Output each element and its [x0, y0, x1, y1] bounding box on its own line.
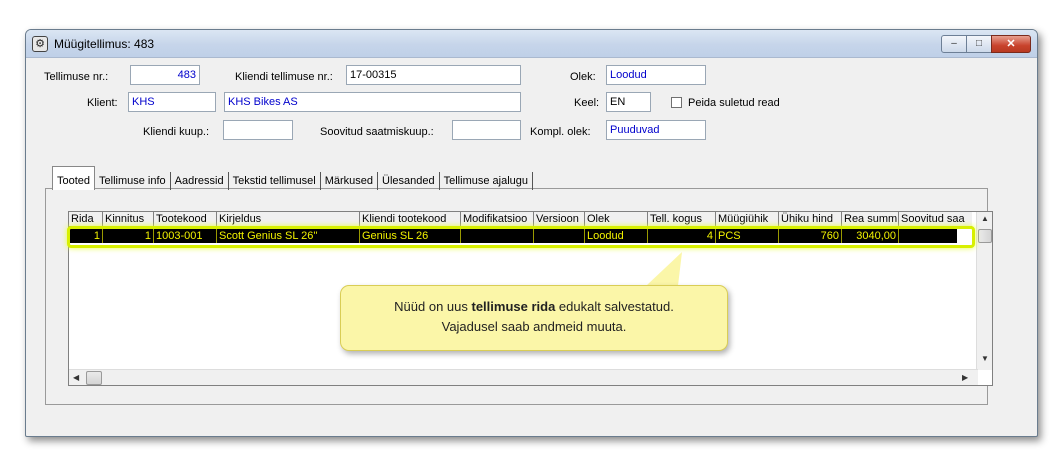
col-rea-summa[interactable]: Rea summ — [842, 212, 899, 226]
language-field[interactable]: EN — [606, 92, 651, 112]
status-label: Olek: — [570, 71, 596, 83]
cell-kirjeldus[interactable]: Scott Genius SL 26'' — [217, 229, 360, 243]
cell-kogus[interactable]: 4 — [648, 229, 716, 243]
col-kinnitus[interactable]: Kinnitus — [103, 212, 154, 226]
cell-kliendi-tootekood[interactable]: Genius SL 26 — [360, 229, 461, 243]
client-order-no-field[interactable]: 17-00315 — [346, 65, 521, 85]
client-order-no-label: Kliendi tellimuse nr.: — [235, 71, 333, 83]
col-modifikatsioon[interactable]: Modifikatsioo — [461, 212, 534, 226]
compl-status-label: Kompl. olek: — [530, 126, 591, 138]
tab-tooted[interactable]: Tooted — [52, 166, 96, 190]
cell-rea-summa[interactable]: 3040,00 — [842, 229, 899, 243]
horizontal-scrollbar[interactable]: ◀ ▶ — [69, 369, 978, 385]
title-bar: ⚙ Müügitellimus: 483 – □ ✕ — [26, 30, 1037, 58]
vertical-scrollbar[interactable]: ▲ ▼ — [976, 212, 992, 370]
cell-kinnitus[interactable]: 1 — [103, 229, 154, 243]
col-rida[interactable]: Rida — [69, 212, 103, 226]
col-kogus[interactable]: Tell. kogus — [648, 212, 716, 226]
scroll-right-icon[interactable]: ▶ — [962, 373, 968, 382]
desired-delivery-label: Soovitud saatmiskuup.: — [320, 126, 434, 138]
col-uhiku-hind[interactable]: Ühiku hind — [779, 212, 842, 226]
tab-aadressid[interactable]: Aadressid — [171, 172, 229, 190]
order-no-field[interactable]: 483 — [130, 65, 200, 85]
callout-line-2: Vajadusel saab andmeid muuta. — [441, 319, 627, 334]
col-kirjeldus[interactable]: Kirjeldus — [217, 212, 360, 226]
client-date-label: Kliendi kuup.: — [143, 126, 210, 138]
cell-muugiuhik[interactable]: PCS — [716, 229, 779, 243]
cell-rida[interactable]: 1 — [69, 229, 103, 243]
horizontal-scroll-thumb[interactable] — [86, 371, 102, 385]
cell-modifikatsioon[interactable] — [461, 229, 534, 243]
close-button[interactable]: ✕ — [991, 35, 1031, 53]
cell-soovitud[interactable] — [899, 229, 957, 243]
tab-tellimuse-ajalugu[interactable]: Tellimuse ajalugu — [440, 172, 534, 190]
maximize-button[interactable]: □ — [966, 35, 992, 53]
col-tootekood[interactable]: Tootekood — [154, 212, 217, 226]
client-label: Klient: — [87, 97, 118, 109]
tab-strip: Tooted Tellimuse info Aadressid Tekstid … — [52, 166, 534, 192]
callout-bold: tellimuse rida — [471, 299, 556, 314]
minimize-button[interactable]: – — [941, 35, 967, 53]
status-field: Loodud — [606, 65, 706, 85]
cell-versioon[interactable] — [534, 229, 585, 243]
tab-markused[interactable]: Märkused — [321, 172, 379, 190]
cell-olek[interactable]: Loodud — [585, 229, 648, 243]
scroll-up-icon[interactable]: ▲ — [981, 214, 989, 223]
cell-tootekood[interactable]: 1003-001 — [154, 229, 217, 243]
col-soovitud[interactable]: Soovitud saa — [899, 212, 972, 226]
col-kliendi-tootekood[interactable]: Kliendi tootekood — [360, 212, 461, 226]
window-controls: – □ ✕ — [941, 35, 1031, 53]
vertical-scroll-thumb[interactable] — [978, 229, 992, 243]
col-olek[interactable]: Olek — [585, 212, 648, 226]
client-name-field[interactable]: KHS Bikes AS — [224, 92, 521, 112]
scroll-left-icon[interactable]: ◀ — [73, 373, 79, 382]
grid-header: Rida Kinnitus Tootekood Kirjeldus Kliend… — [69, 212, 972, 227]
hide-closed-label: Peida suletud read — [688, 97, 780, 109]
col-versioon[interactable]: Versioon — [534, 212, 585, 226]
tab-tellimuse-info[interactable]: Tellimuse info — [95, 172, 171, 190]
order-no-label: Tellimuse nr.: — [44, 71, 109, 83]
table-row[interactable]: 1 1 1003-001 Scott Genius SL 26'' Genius… — [69, 229, 957, 243]
client-date-field[interactable] — [223, 120, 293, 140]
callout-suffix: edukalt salvestatud. — [555, 299, 674, 314]
compl-status-field: Puuduvad — [606, 120, 706, 140]
col-muugiuhik[interactable]: Müügiühik — [716, 212, 779, 226]
callout-prefix: Nüüd on uus — [394, 299, 472, 314]
app-icon: ⚙ — [32, 36, 48, 52]
window-title: Müügitellimus: 483 — [54, 37, 155, 51]
desired-delivery-field[interactable] — [452, 120, 521, 140]
tab-ulesanded[interactable]: Ülesanded — [378, 172, 440, 190]
client-code-field[interactable]: KHS — [128, 92, 216, 112]
tab-tekstid-tellimusel[interactable]: Tekstid tellimusel — [229, 172, 321, 190]
language-label: Keel: — [574, 97, 600, 109]
cell-uhiku-hind[interactable]: 760 — [779, 229, 842, 243]
callout-line-1: Nüüd on uus tellimuse rida edukalt salve… — [341, 297, 727, 317]
hide-closed-checkbox[interactable] — [671, 97, 682, 108]
info-callout: Nüüd on uus tellimuse rida edukalt salve… — [340, 285, 728, 351]
scroll-down-icon[interactable]: ▼ — [981, 354, 989, 363]
